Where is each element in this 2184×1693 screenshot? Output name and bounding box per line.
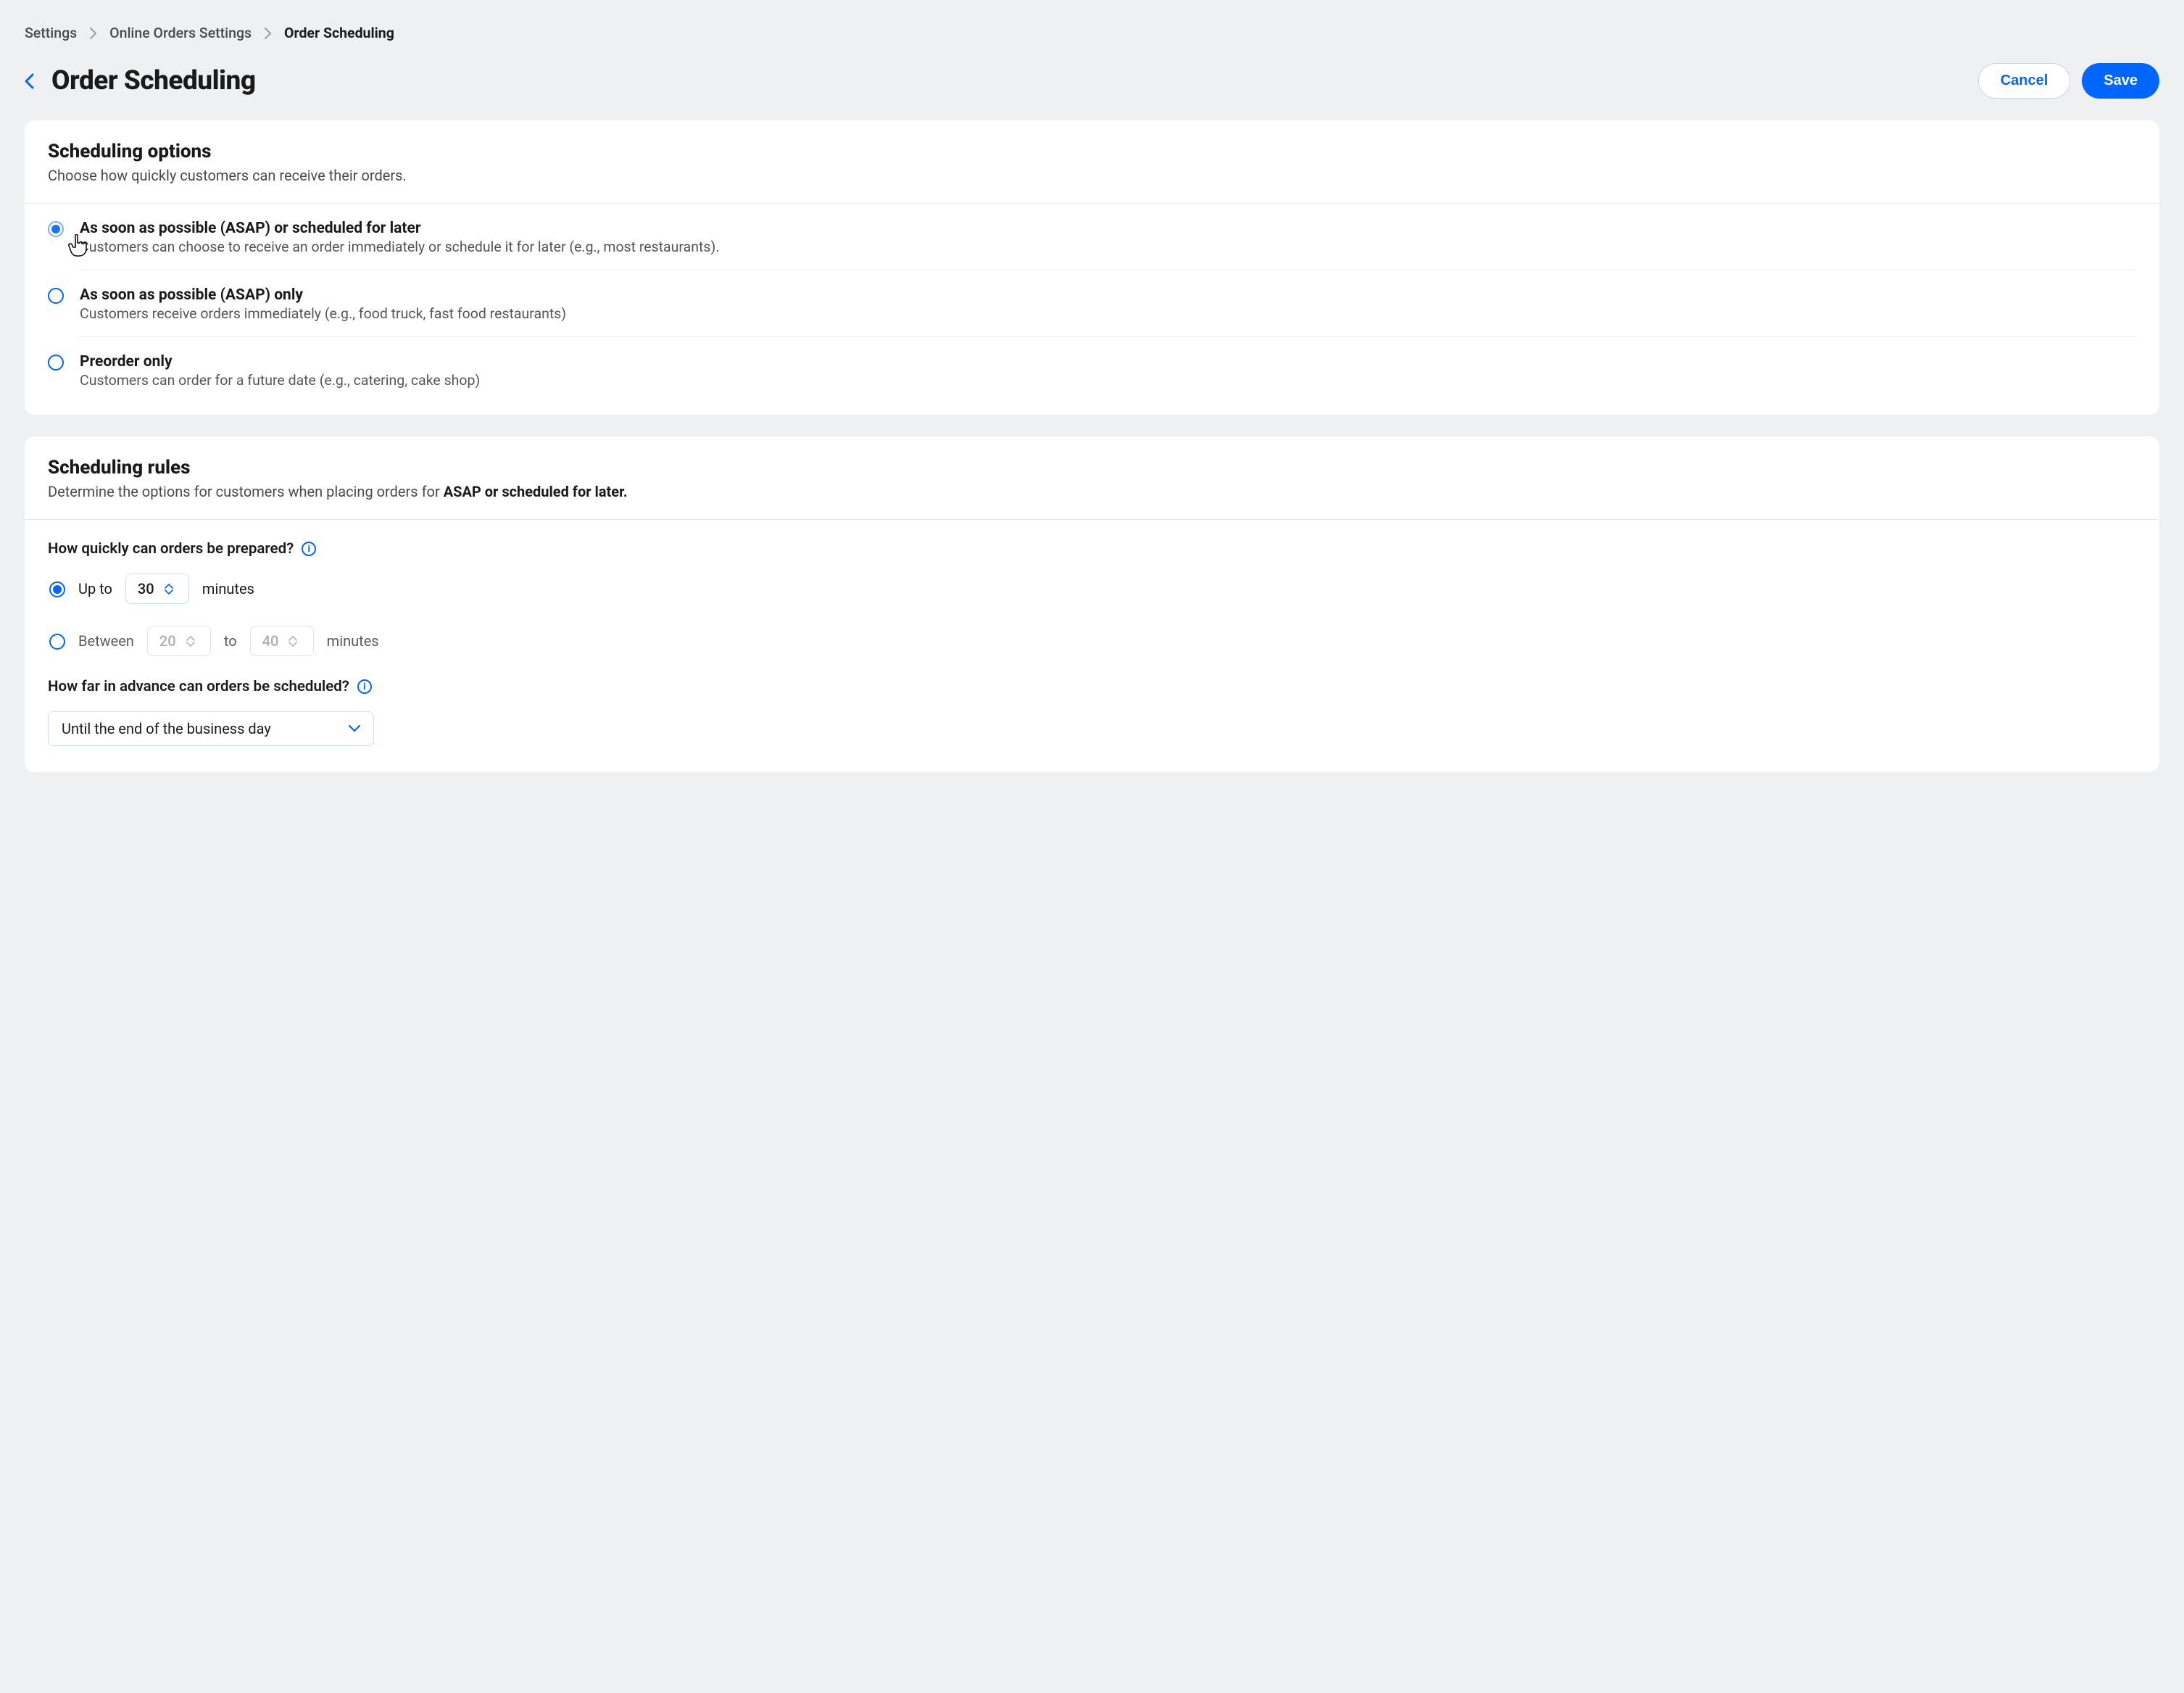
radio-asap-only[interactable] [48,288,64,304]
scheduling-rules-card: Scheduling rules Determine the options f… [25,436,2159,772]
info-icon[interactable]: i [357,679,372,694]
prep-between-row[interactable]: Between 20 to 40 minutes [48,626,2136,656]
cancel-button[interactable]: Cancel [1978,63,2071,99]
chevron-down-icon[interactable] [165,589,173,595]
prep-time-question: How quickly can orders be prepared? i [48,540,2136,558]
chevron-right-icon [265,28,271,39]
page-title: Order Scheduling [51,65,256,96]
option-title: As soon as possible (ASAP) only [80,286,2136,304]
chevron-down-icon[interactable] [288,642,297,647]
option-asap-only[interactable]: As soon as possible (ASAP) only Customer… [25,270,2159,337]
between-max-stepper[interactable]: 40 [250,626,314,656]
between-min-stepper[interactable]: 20 [147,626,211,656]
option-asap-or-later[interactable]: As soon as possible (ASAP) or scheduled … [25,204,2159,270]
breadcrumb-settings[interactable]: Settings [25,25,77,41]
option-desc: Customers can order for a future date (e… [80,372,2136,389]
scheduling-options-subtitle: Choose how quickly customers can receive… [48,167,2136,184]
minutes-label: minutes [202,580,254,597]
to-label: to [224,632,237,650]
radio-between[interactable] [49,634,65,650]
chevron-up-icon[interactable] [186,636,195,641]
scheduling-rules-subtitle: Determine the options for customers when… [48,483,2136,500]
option-desc: Customers receive orders immediately (e.… [80,305,2136,322]
radio-upto[interactable] [49,581,65,597]
option-title: Preorder only [80,353,2136,371]
upto-minutes-stepper[interactable]: 30 [125,574,189,604]
advance-select[interactable]: Until the end of the business day [48,711,374,746]
breadcrumb-online-orders[interactable]: Online Orders Settings [109,25,252,41]
chevron-down-icon[interactable] [186,642,195,647]
back-button[interactable] [25,73,34,89]
chevron-up-icon[interactable] [165,584,173,589]
option-desc: Customers can choose to receive an order… [80,239,2136,255]
upto-label: Up to [78,580,112,597]
chevron-right-icon [90,28,96,39]
advance-question: How far in advance can orders be schedul… [48,678,2136,695]
scheduling-options-title: Scheduling options [48,141,2136,162]
radio-preorder-only[interactable] [48,355,64,371]
chevron-up-icon[interactable] [288,636,297,641]
info-icon[interactable]: i [302,542,316,556]
breadcrumb-current: Order Scheduling [284,25,394,41]
scheduling-rules-title: Scheduling rules [48,457,2136,479]
option-preorder-only[interactable]: Preorder only Customers can order for a … [25,337,2159,403]
chevron-left-icon [25,73,34,89]
option-title: As soon as possible (ASAP) or scheduled … [80,220,2136,237]
minutes-label: minutes [327,632,379,650]
save-button[interactable]: Save [2082,63,2159,99]
prep-upto-row[interactable]: Up to 30 minutes [48,574,2136,604]
scheduling-options-card: Scheduling options Choose how quickly cu… [25,120,2159,415]
select-value: Until the end of the business day [62,720,271,737]
radio-asap-or-later[interactable] [48,221,64,237]
between-label: Between [78,632,134,650]
breadcrumb: Settings Online Orders Settings Order Sc… [25,25,2159,41]
chevron-down-icon [349,725,360,732]
